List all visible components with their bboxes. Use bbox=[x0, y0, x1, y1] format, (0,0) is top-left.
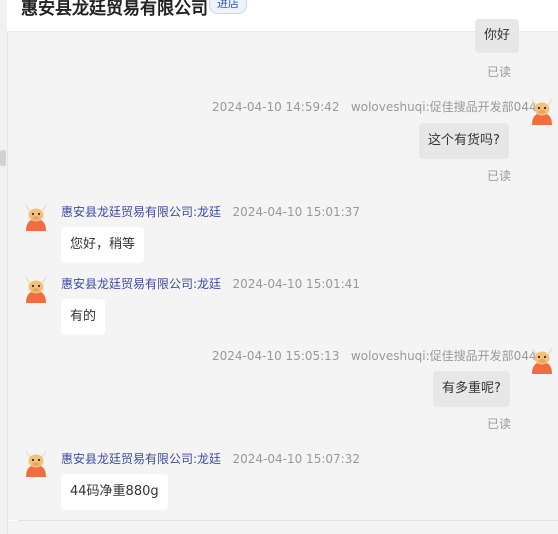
message-sender: woloveshuqi:促佳搜品开发部044 bbox=[350, 100, 537, 114]
message-sender: 惠安县龙廷贸易有限公司:龙廷 bbox=[61, 452, 222, 466]
message-bubble-outgoing: 这个有货吗? bbox=[419, 123, 509, 159]
message-meta: 2024-04-10 14:59:42 woloveshuqi:促佳搜品开发部0… bbox=[212, 98, 537, 115]
message-bubble-incoming: 有的 bbox=[61, 299, 106, 335]
message-bubble-incoming: 您好，稍等 bbox=[61, 227, 145, 263]
read-status: 已读 bbox=[487, 417, 512, 431]
message-meta: 惠安县龙廷贸易有限公司:龙廷 2024-04-10 15:07:32 bbox=[61, 450, 360, 467]
bull-avatar-icon[interactable] bbox=[22, 449, 50, 477]
message-time: 2024-04-10 15:01:41 bbox=[232, 277, 360, 291]
bull-avatar-icon[interactable] bbox=[22, 275, 50, 303]
scrollbar-thumb[interactable] bbox=[0, 150, 6, 166]
left-scrollbar[interactable] bbox=[0, 0, 8, 534]
message-bubble-outgoing: 你好 bbox=[475, 19, 520, 53]
enter-shop-button[interactable]: 进店 bbox=[209, 0, 247, 14]
shop-name: 惠安县龙廷贸易有限公司 bbox=[21, 0, 208, 19]
message-meta: 惠安县龙廷贸易有限公司:龙廷 2024-04-10 15:01:37 bbox=[61, 203, 360, 220]
message-sender: 惠安县龙廷贸易有限公司:龙廷 bbox=[61, 205, 222, 219]
message-sender: 惠安县龙廷贸易有限公司:龙廷 bbox=[61, 277, 222, 291]
bull-avatar-icon[interactable] bbox=[22, 203, 50, 231]
message-bubble-outgoing: 有多重呢? bbox=[433, 371, 510, 407]
message-time: 2024-04-10 14:59:42 bbox=[212, 100, 340, 114]
message-meta: 惠安县龙廷贸易有限公司:龙廷 2024-04-10 15:01:41 bbox=[61, 275, 360, 292]
read-status: 已读 bbox=[487, 65, 512, 79]
message-meta: 2024-04-10 15:05:13 woloveshuqi:促佳搜品开发部0… bbox=[212, 347, 537, 364]
message-time: 2024-04-10 15:05:13 bbox=[212, 349, 340, 363]
message-sender: woloveshuqi:促佳搜品开发部044 bbox=[350, 349, 537, 363]
message-bubble-incoming: 44码净重880g bbox=[61, 474, 168, 510]
chat-area: 你好 已读 2024-04-10 14:59:42 woloveshuqi:促佳… bbox=[8, 19, 558, 520]
message-time: 2024-04-10 15:01:37 bbox=[232, 205, 360, 219]
chat-footer bbox=[8, 521, 558, 534]
message-time: 2024-04-10 15:07:32 bbox=[232, 452, 360, 466]
bull-avatar-icon[interactable] bbox=[528, 346, 556, 374]
read-status: 已读 bbox=[487, 169, 512, 183]
bull-avatar-icon[interactable] bbox=[528, 97, 556, 125]
